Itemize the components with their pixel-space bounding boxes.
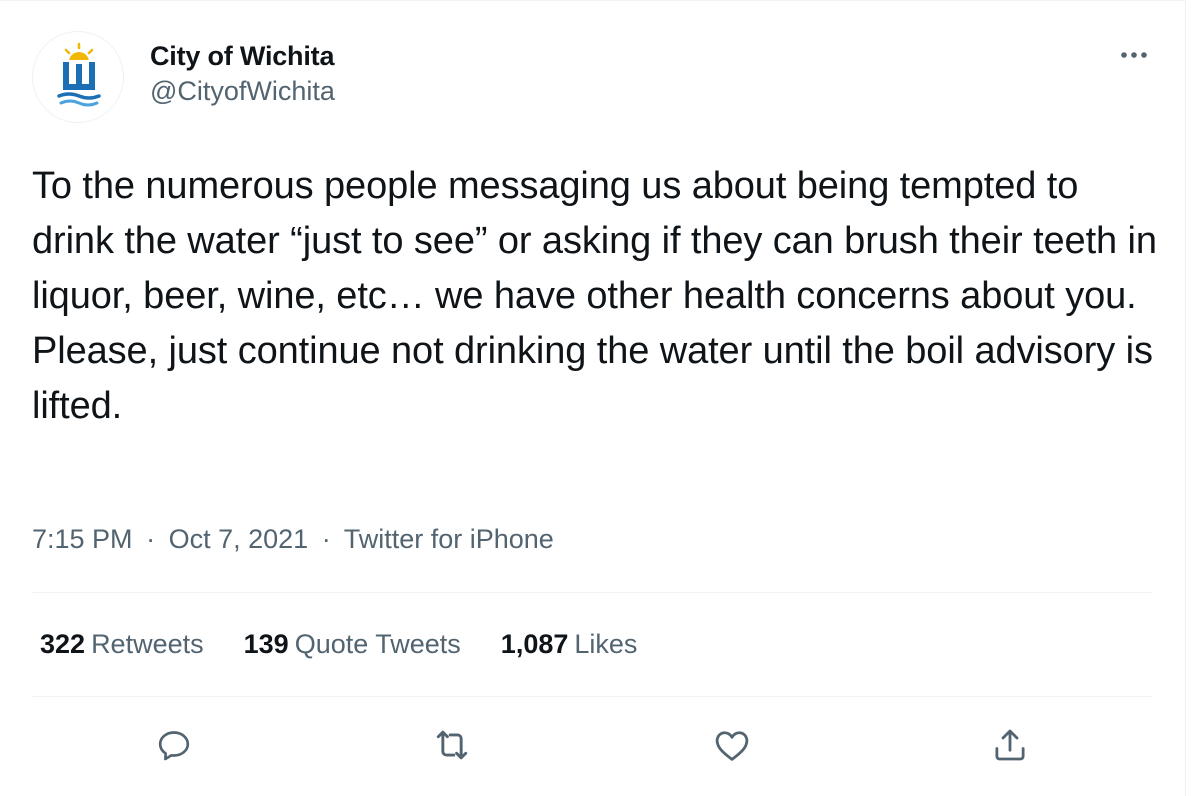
like-button[interactable]	[704, 717, 760, 773]
meta-separator: ·	[146, 524, 156, 554]
user-handle[interactable]: @CityofWichita	[150, 73, 335, 109]
tweet-meta: 7:15 PM · Oct 7, 2021 · Twitter for iPho…	[32, 521, 554, 557]
divider	[32, 696, 1152, 697]
tweet-source[interactable]: Twitter for iPhone	[344, 524, 554, 554]
tweet-time[interactable]: 7:15 PM	[32, 524, 133, 554]
quote-tweets-label: Quote Tweets	[294, 629, 461, 659]
user-block: City of Wichita @CityofWichita	[150, 39, 335, 109]
tweet-card: City of Wichita @CityofWichita To the nu…	[0, 0, 1186, 796]
likes-stat[interactable]: 1,087 Likes	[501, 626, 638, 662]
tweet-stats: 322 Retweets 139 Quote Tweets 1,087 Likes	[40, 626, 677, 662]
retweet-button[interactable]	[424, 717, 480, 773]
likes-label: Likes	[574, 629, 638, 659]
share-button[interactable]	[982, 717, 1038, 773]
reply-icon	[158, 731, 190, 761]
tweet-text: To the numerous people messaging us abou…	[32, 165, 1168, 427]
meta-separator: ·	[321, 524, 331, 554]
share-icon	[995, 729, 1025, 761]
tweet-actions	[32, 717, 1152, 773]
more-horizontal-icon	[1121, 52, 1147, 58]
divider	[32, 592, 1152, 593]
tweet-date[interactable]: Oct 7, 2021	[169, 524, 309, 554]
avatar[interactable]	[32, 31, 124, 123]
tweet-header: City of Wichita @CityofWichita	[32, 31, 1152, 123]
display-name[interactable]: City of Wichita	[150, 39, 335, 73]
city-of-wichita-logo-icon	[57, 42, 101, 107]
reply-button[interactable]	[146, 717, 202, 773]
likes-count: 1,087	[500, 629, 569, 659]
quote-tweets-count: 139	[243, 629, 289, 659]
quote-tweets-stat[interactable]: 139 Quote Tweets	[244, 626, 461, 662]
more-options-button[interactable]	[1116, 37, 1152, 73]
retweets-label: Retweets	[91, 629, 204, 659]
retweet-icon	[436, 730, 468, 760]
heart-icon	[715, 731, 749, 761]
retweets-stat[interactable]: 322 Retweets	[40, 626, 204, 662]
retweets-count: 322	[40, 629, 86, 659]
